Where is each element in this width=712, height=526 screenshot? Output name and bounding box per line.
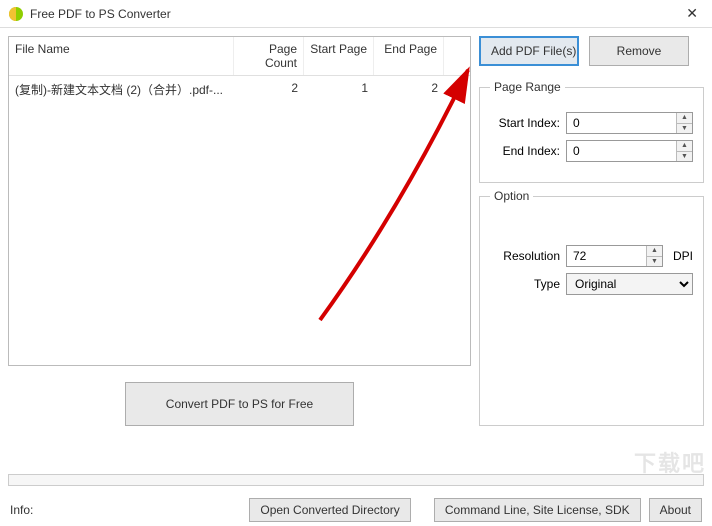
dpi-label: DPI <box>673 249 693 263</box>
remove-button[interactable]: Remove <box>589 36 689 66</box>
about-button[interactable]: About <box>649 498 702 522</box>
end-index-label: End Index: <box>490 144 560 158</box>
col-end-page[interactable]: End Page <box>374 37 444 75</box>
command-line-button[interactable]: Command Line, Site License, SDK <box>434 498 641 522</box>
col-page-count[interactable]: Page Count <box>234 37 304 75</box>
chevron-up-icon[interactable]: ▲ <box>677 113 692 124</box>
type-select[interactable]: Original <box>566 273 693 295</box>
chevron-up-icon[interactable]: ▲ <box>677 141 692 152</box>
page-range-group: Page Range Start Index: ▲▼ End Index: ▲▼ <box>479 80 704 183</box>
table-header: File Name Page Count Start Page End Page <box>9 37 470 76</box>
add-pdf-button[interactable]: Add PDF File(s) <box>479 36 579 66</box>
cell-start-page: 1 <box>304 76 374 103</box>
table-row[interactable]: (复制)-新建文本文档 (2)（合并）.pdf-... 2 1 2 <box>9 76 470 103</box>
chevron-down-icon[interactable]: ▼ <box>647 257 662 267</box>
resolution-label: Resolution <box>490 249 560 263</box>
cell-end-page: 2 <box>374 76 444 103</box>
end-index-spinner[interactable]: ▲▼ <box>566 140 693 162</box>
col-start-page[interactable]: Start Page <box>304 37 374 75</box>
page-range-legend: Page Range <box>490 80 565 94</box>
info-bar <box>8 474 704 486</box>
chevron-down-icon[interactable]: ▼ <box>677 152 692 162</box>
start-index-input[interactable] <box>567 113 676 133</box>
cell-page-count: 2 <box>234 76 304 103</box>
open-directory-button[interactable]: Open Converted Directory <box>249 498 410 522</box>
option-group: Option Resolution ▲▼ DPI Type Original <box>479 189 704 426</box>
resolution-input[interactable] <box>567 246 646 266</box>
resolution-spinner[interactable]: ▲▼ <box>566 245 663 267</box>
window-title: Free PDF to PS Converter <box>30 7 680 21</box>
option-legend: Option <box>490 189 533 203</box>
close-icon[interactable]: ✕ <box>680 5 704 22</box>
start-index-label: Start Index: <box>490 116 560 130</box>
chevron-down-icon[interactable]: ▼ <box>677 124 692 134</box>
convert-button[interactable]: Convert PDF to PS for Free <box>125 382 354 426</box>
file-table[interactable]: File Name Page Count Start Page End Page… <box>8 36 471 366</box>
start-index-spinner[interactable]: ▲▼ <box>566 112 693 134</box>
end-index-input[interactable] <box>567 141 676 161</box>
col-file-name[interactable]: File Name <box>9 37 234 75</box>
cell-file-name: (复制)-新建文本文档 (2)（合并）.pdf-... <box>9 76 234 103</box>
type-label: Type <box>490 277 560 291</box>
chevron-up-icon[interactable]: ▲ <box>647 246 662 257</box>
info-label: Info: <box>10 503 33 517</box>
app-icon <box>8 6 24 22</box>
